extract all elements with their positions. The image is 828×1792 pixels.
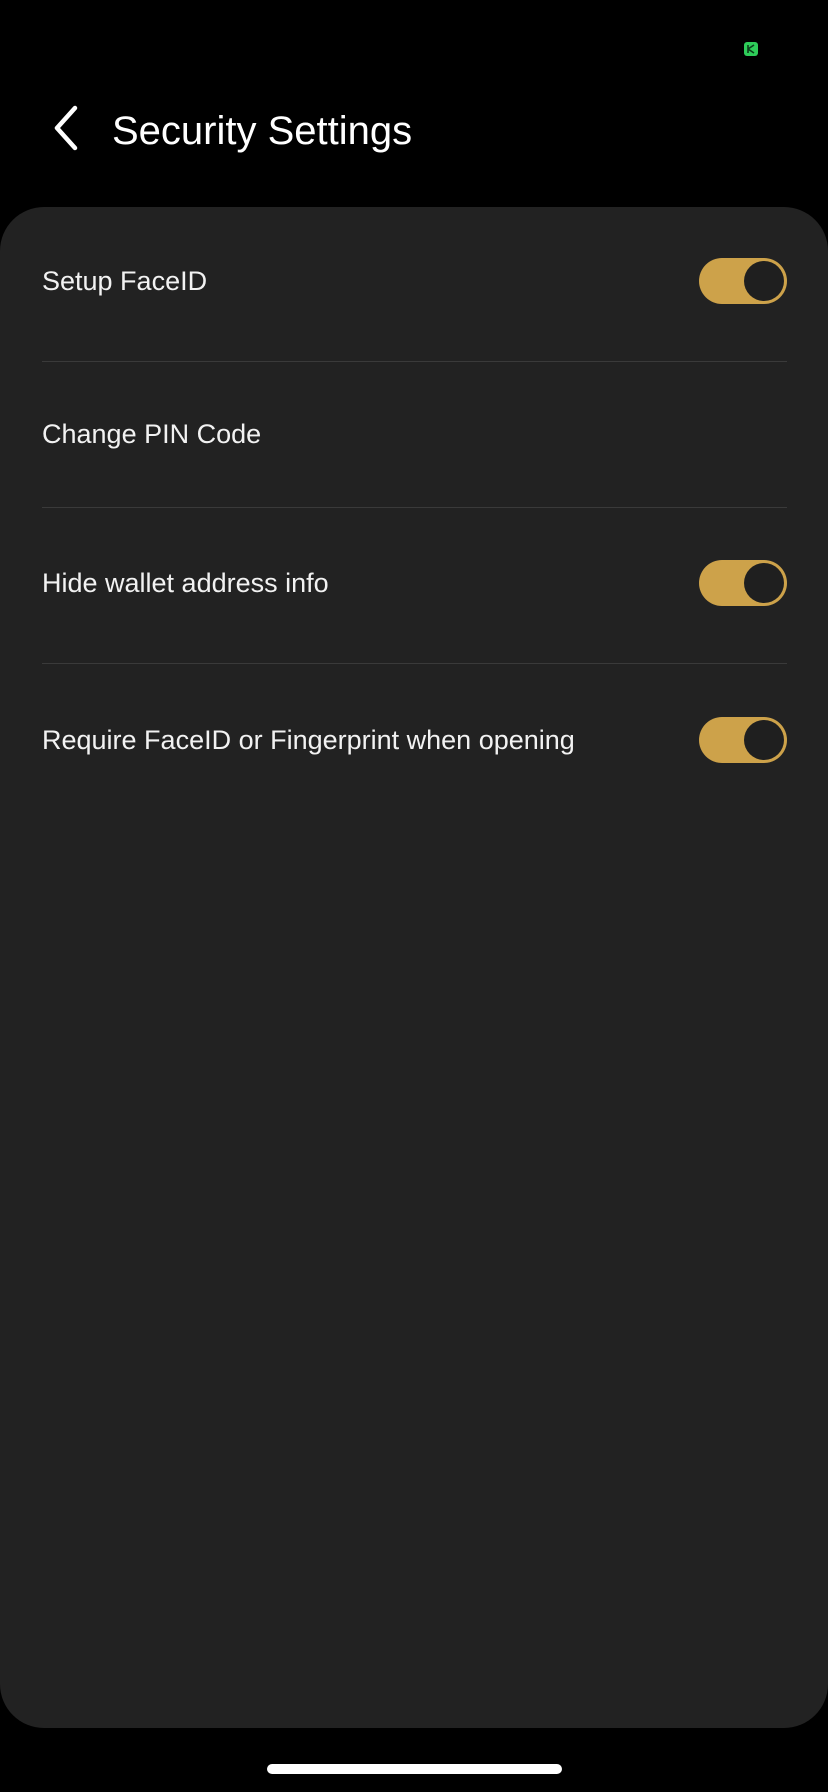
setting-label: Require FaceID or Fingerprint when openi… [42, 724, 575, 755]
back-button[interactable] [36, 98, 96, 162]
settings-card: Setup FaceID Change PIN Code Hide wallet… [0, 207, 828, 1728]
page-title: Security Settings [112, 109, 413, 153]
setting-row-require-biometrics[interactable]: Require FaceID or Fingerprint when openi… [42, 716, 787, 764]
header: Security Settings [0, 90, 828, 210]
setting-label: Change PIN Code [42, 418, 262, 449]
security-settings-screen: Security Settings Setup FaceID Change PI… [0, 0, 828, 1792]
require-biometrics-toggle[interactable] [699, 717, 787, 763]
status-bar [0, 0, 828, 90]
setting-row-hide-wallet-address[interactable]: Hide wallet address info [42, 559, 787, 607]
faceid-toggle[interactable] [699, 258, 787, 304]
setting-row-setup-faceid[interactable]: Setup FaceID [42, 257, 787, 305]
setting-label: Hide wallet address info [42, 567, 329, 598]
chevron-left-icon [49, 104, 83, 157]
divider [42, 361, 787, 362]
toggle-knob [744, 720, 784, 760]
hide-wallet-address-toggle[interactable] [699, 560, 787, 606]
setting-row-change-pin[interactable]: Change PIN Code [42, 410, 787, 458]
home-indicator[interactable] [267, 1764, 562, 1774]
divider [42, 507, 787, 508]
divider [42, 663, 787, 664]
toggle-knob [744, 563, 784, 603]
setting-label: Setup FaceID [42, 265, 208, 296]
privacy-indicator-icon [743, 41, 759, 57]
toggle-knob [744, 261, 784, 301]
